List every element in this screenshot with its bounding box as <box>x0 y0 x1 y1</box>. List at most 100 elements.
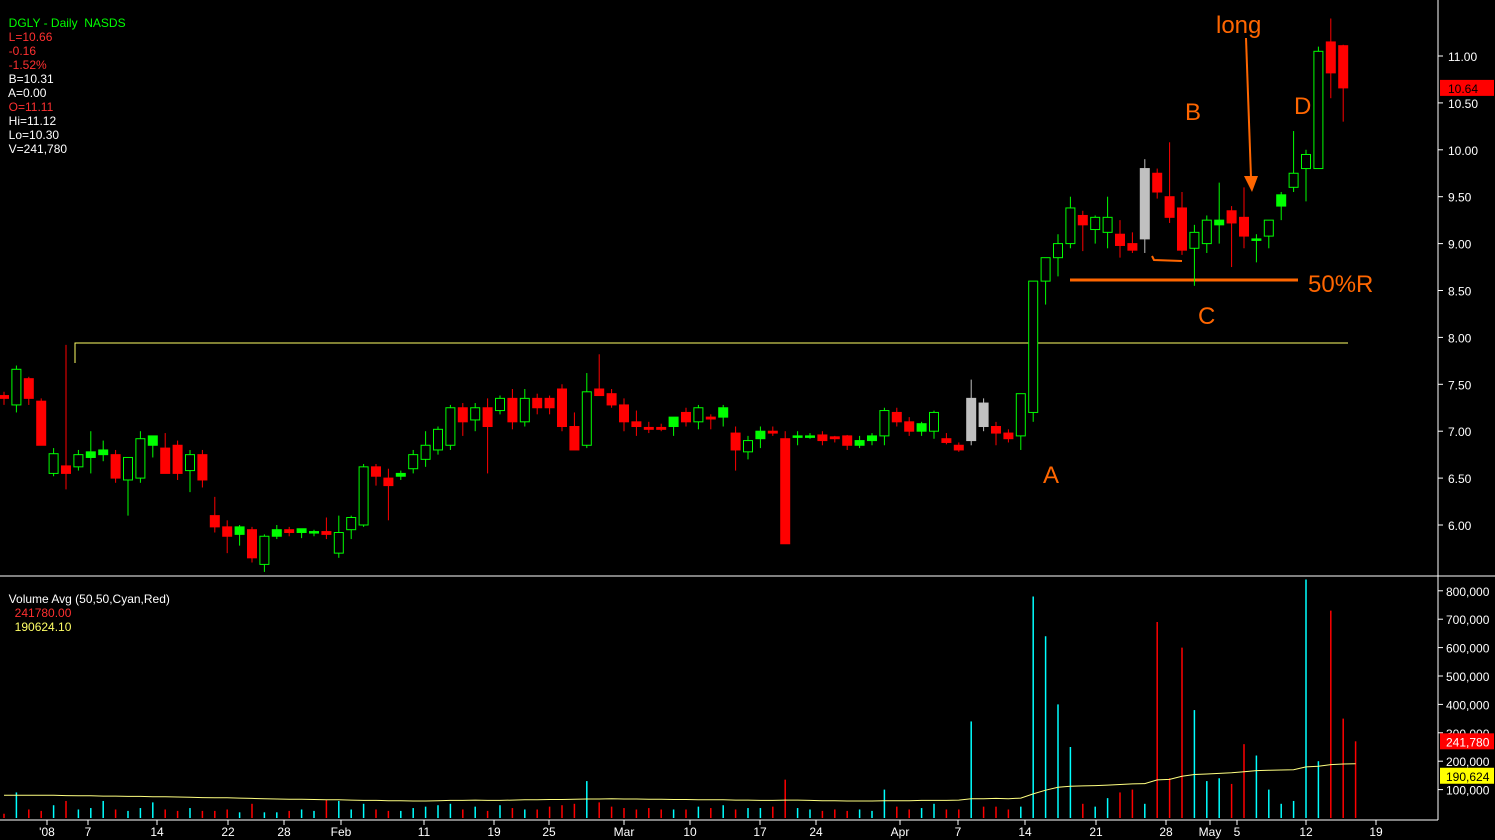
candle <box>1139 159 1150 253</box>
candle-body <box>1028 280 1039 413</box>
candle <box>544 395 555 415</box>
candle <box>457 403 468 436</box>
price-tick-label: 10.00 <box>1448 144 1478 158</box>
date-tick-label: Apr <box>891 825 910 839</box>
candle <box>333 515 344 558</box>
ask-price: A=0.00 <box>8 86 47 100</box>
volume-current: 241780.00 <box>14 606 72 620</box>
candle-body <box>147 435 158 446</box>
candle-body <box>1015 393 1026 437</box>
label-c: C <box>1198 303 1215 330</box>
candle-body <box>1239 216 1249 237</box>
candle <box>606 388 617 408</box>
date-tick-label: '08 <box>39 825 55 839</box>
avg-volume-flag-label: 190,624 <box>1446 770 1490 784</box>
candle-body <box>705 416 716 420</box>
candle <box>1053 234 1063 277</box>
candle-body <box>36 400 47 446</box>
candle <box>482 398 493 474</box>
candle <box>135 431 146 483</box>
candle-body <box>110 454 121 479</box>
candle-body <box>606 393 617 406</box>
candle-body <box>718 407 729 418</box>
quote-header: DGLY - Daily NASDS L=10.66 -0.16 -1.52% … <box>2 2 126 156</box>
candle <box>1263 219 1274 249</box>
candle-body <box>1115 233 1125 246</box>
candle <box>420 431 431 467</box>
candle <box>569 412 580 451</box>
candle <box>792 431 803 446</box>
candle-body <box>929 411 939 432</box>
candle-body <box>11 368 22 406</box>
candle-body <box>829 436 840 440</box>
candle <box>209 496 220 533</box>
price-tick-label: 8.50 <box>1448 285 1472 299</box>
candle <box>1015 393 1026 450</box>
candle <box>247 526 257 563</box>
price-tick-label: 9.00 <box>1448 238 1472 252</box>
volume-header: Volume Avg (50,50,Cyan,Red) 241780.00 19… <box>2 578 170 634</box>
candle <box>1189 224 1200 286</box>
candle-body <box>904 421 915 432</box>
candle-body <box>197 454 208 481</box>
candle-body <box>371 466 381 477</box>
date-tick-label: 24 <box>809 825 823 839</box>
candle <box>656 423 667 432</box>
candle <box>743 435 753 460</box>
candle <box>172 440 183 480</box>
candle <box>817 431 828 446</box>
candle <box>681 407 691 427</box>
candle-body <box>222 526 233 537</box>
candle-body <box>581 391 592 446</box>
candle <box>941 433 952 445</box>
candle-body <box>48 453 59 474</box>
candle <box>668 416 679 436</box>
candle <box>0 391 9 405</box>
date-tick-label: 14 <box>1018 825 1032 839</box>
symbol-label: DGLY - Daily NASDS <box>8 16 126 30</box>
candle-body <box>1164 196 1175 218</box>
candle-body <box>1003 432 1014 440</box>
candle-body <box>23 378 34 399</box>
date-tick-label: 21 <box>1089 825 1103 839</box>
bid-price: B=10.31 <box>8 72 54 86</box>
date-tick-label: 14 <box>150 825 164 839</box>
candle <box>519 388 530 427</box>
candle-body <box>160 447 171 474</box>
date-tick-label: 19 <box>1369 825 1383 839</box>
candle-body <box>507 397 518 423</box>
candle <box>718 404 729 427</box>
candle <box>891 407 902 427</box>
volume-tick-label: 400,000 <box>1446 698 1490 712</box>
candle <box>23 376 34 405</box>
annotation-labels: long B D C A 50%R <box>1043 12 1373 489</box>
candle <box>371 464 381 486</box>
candle-body <box>1040 257 1051 282</box>
candle <box>829 435 840 443</box>
volume-tick-label: 100,000 <box>1446 784 1490 798</box>
candle-body <box>1313 50 1324 170</box>
candle <box>1152 168 1163 199</box>
candle-body <box>1189 231 1200 249</box>
candle <box>395 470 406 480</box>
candle <box>991 421 1001 446</box>
candle-body <box>247 529 257 559</box>
candle <box>1201 215 1212 253</box>
price-tick-label: 7.00 <box>1448 425 1472 439</box>
candle-body <box>309 531 319 534</box>
candle-body <box>854 440 865 446</box>
candle <box>1028 280 1039 422</box>
candle-body <box>978 402 989 428</box>
candle <box>1102 196 1113 249</box>
price-change-pct: -1.52% <box>8 58 47 72</box>
candle <box>1090 215 1101 244</box>
candle <box>929 410 939 439</box>
candle <box>1276 192 1287 221</box>
long-arrow-shaft <box>1245 37 1252 179</box>
label-50r: 50%R <box>1308 271 1373 298</box>
candle <box>557 384 567 432</box>
candle-body <box>1077 214 1088 226</box>
candle-body <box>445 407 456 446</box>
date-tick-label: 11 <box>418 825 431 839</box>
candle-body <box>321 531 332 535</box>
